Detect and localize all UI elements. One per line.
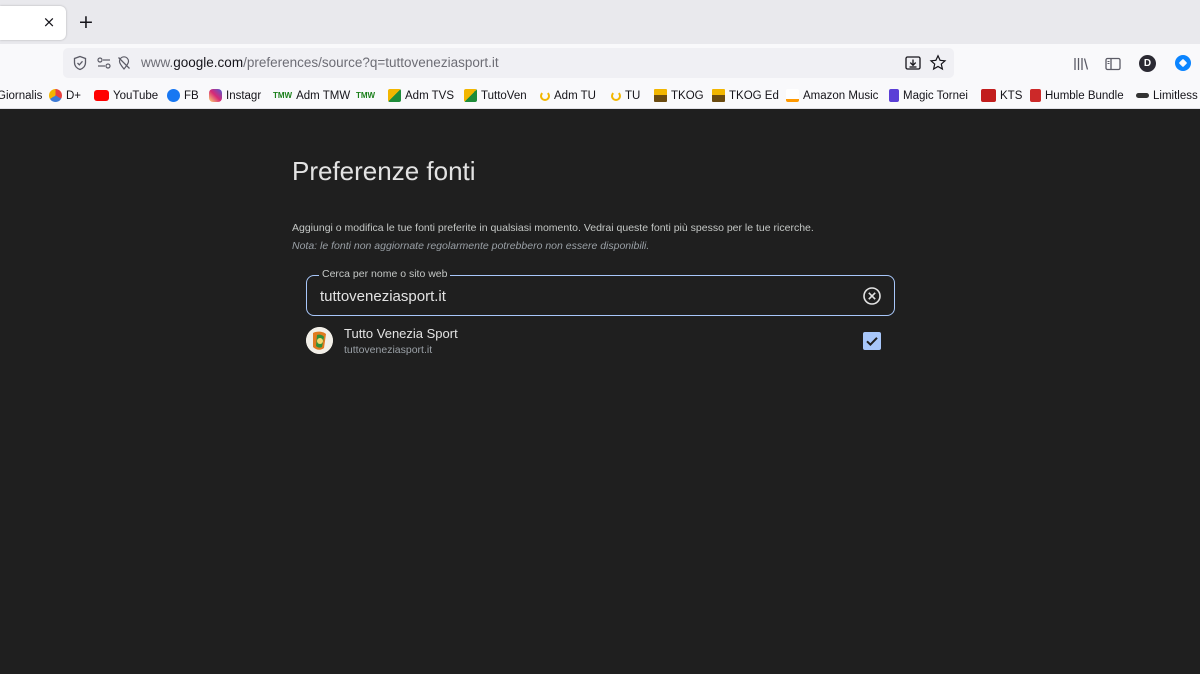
crown-icon [654, 89, 667, 102]
bookmark-tkog[interactable]: TKOG [654, 82, 704, 108]
bookmark-label: Amazon Music [803, 89, 879, 102]
url-prefix: www. [141, 55, 174, 70]
youtube-icon [94, 90, 109, 101]
tab-strip: × + [0, 0, 1200, 44]
download-icon[interactable] [904, 54, 922, 72]
bookmark-youtube[interactable]: YouTube [94, 82, 159, 108]
bookmark-tmw[interactable]: TMW [356, 82, 379, 108]
tmw-icon: TMW [273, 91, 293, 100]
page-description: Aggiungi o modifica le tue fonti preferi… [292, 222, 814, 234]
bookmark-label: Instagr [226, 89, 262, 102]
navigation-bar: www.google.com/preferences/source?q=tutt… [0, 44, 1200, 82]
tmw-icon: TMW [356, 91, 376, 100]
url-text[interactable]: www.google.com/preferences/source?q=tutt… [141, 55, 499, 70]
bookmark-adm-tu[interactable]: Adm TU [540, 82, 596, 108]
bookmark-label: KTS [1000, 89, 1023, 102]
bookmark-fb[interactable]: FB [167, 82, 199, 108]
url-path: /preferences/source?q=tuttoveneziasport.… [243, 55, 499, 70]
amazon-icon [786, 89, 799, 102]
page-content: Preferenze fonti Aggiungi o modifica le … [0, 109, 1200, 674]
search-field-label: Cerca per nome o sito web [319, 268, 451, 280]
tuttoven-icon [464, 89, 477, 102]
bookmark-label: Adm TVS [405, 89, 454, 102]
bookmark-amazon-music[interactable]: Amazon Music [786, 82, 879, 108]
bookmark-label: Magic Tornei [903, 89, 968, 102]
instagram-icon [209, 89, 222, 102]
bookmark-label: FB [184, 89, 199, 102]
bookmark-tuttoven[interactable]: TuttoVen [464, 82, 527, 108]
source-checkbox[interactable] [863, 332, 881, 350]
checkmark-icon [866, 337, 878, 347]
bookmark-kts[interactable]: KTS [981, 82, 1023, 108]
bookmark-label: TKOG Ed [729, 89, 779, 102]
page-title: Preferenze fonti [292, 156, 476, 186]
permissions-icon[interactable] [96, 55, 112, 71]
bookmark-star-icon[interactable] [929, 54, 947, 72]
profile-avatar[interactable]: D [1139, 55, 1156, 72]
search-input[interactable] [320, 286, 850, 306]
bookmark-dplus[interactable]: D+ [49, 82, 82, 108]
bookmark-limitless[interactable]: Limitless [1136, 82, 1198, 108]
kts-icon [981, 89, 996, 102]
humble-icon [1030, 89, 1041, 102]
crown-icon [712, 89, 725, 102]
tab-close-icon[interactable]: × [41, 14, 57, 30]
tu-icon [611, 90, 621, 101]
bookmark-label: Giornalis [0, 89, 43, 102]
limitless-icon [1136, 93, 1149, 98]
tu-icon [540, 90, 550, 101]
url-bar[interactable]: www.google.com/preferences/source?q=tutt… [63, 48, 954, 78]
bookmark-label: Limitless [1153, 89, 1198, 102]
bookmark-humble-bundle[interactable]: Humble Bundle [1030, 82, 1124, 108]
bookmark-label: Adm TU [554, 89, 596, 102]
bookmark-instagram[interactable]: Instagr [209, 82, 262, 108]
bookmark-label: TuttoVen [481, 89, 527, 102]
bookmark-adm-tmw[interactable]: TMW Adm TMW [273, 82, 351, 108]
source-name: Tutto Venezia Sport [344, 326, 458, 341]
bookmark-magic-tornei[interactable]: Magic Tornei [889, 82, 968, 108]
bookmark-label: D+ [66, 89, 82, 102]
search-field[interactable]: Cerca per nome o sito web [306, 268, 895, 316]
bookmark-tu[interactable]: TU [611, 82, 641, 108]
page-note: Nota: le fonti non aggiornate regolarmen… [292, 240, 650, 252]
library-icon[interactable] [1072, 55, 1090, 73]
extension-icon[interactable] [1175, 55, 1191, 71]
dplus-icon [49, 89, 62, 102]
bookmark-label: Adm TMW [296, 89, 351, 102]
source-url: tuttoveneziasport.it [344, 344, 433, 356]
bookmark-label: TKOG [671, 89, 704, 102]
bookmarks-bar: Giornalis D+ YouTube FB Instagr TMW Adm … [0, 82, 1200, 109]
bookmark-label: Humble Bundle [1045, 89, 1124, 102]
source-logo [306, 327, 333, 354]
source-result-item[interactable]: Tutto Venezia Sport tuttoveneziasport.it [306, 325, 895, 361]
bookmark-adm-tvs[interactable]: Adm TVS [388, 82, 454, 108]
tuttoven-icon [388, 89, 401, 102]
bookmark-label: TU [625, 89, 641, 102]
sidebar-icon[interactable] [1104, 55, 1122, 73]
bookmark-giornalis[interactable]: Giornalis [0, 82, 43, 108]
bookmark-label: YouTube [113, 89, 159, 102]
url-host: google.com [173, 55, 244, 70]
shield-icon[interactable] [72, 55, 88, 71]
facebook-icon [167, 89, 180, 102]
browser-tab-active[interactable]: × [0, 6, 66, 40]
new-tab-button[interactable]: + [76, 12, 96, 32]
magic-icon [889, 89, 899, 102]
location-blocked-icon[interactable] [116, 55, 132, 71]
clear-search-icon[interactable] [862, 286, 882, 306]
bookmark-tkog-ed[interactable]: TKOG Ed [712, 82, 779, 108]
